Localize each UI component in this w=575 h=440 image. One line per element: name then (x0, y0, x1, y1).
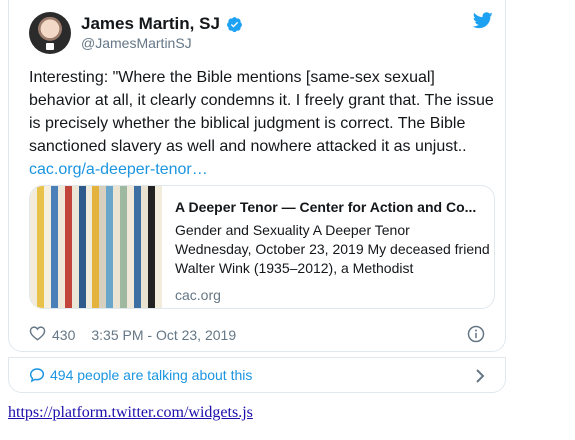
display-name[interactable]: James Martin, SJ (81, 14, 220, 34)
card-domain: cac.org (175, 287, 221, 303)
thumbnail-stripe (147, 186, 155, 308)
user-handle[interactable]: @JamesMartinSJ (81, 35, 192, 51)
avatar-collar (46, 43, 54, 50)
thumbnail-stripe (64, 186, 72, 308)
verified-badge-icon (226, 16, 243, 33)
tweet-meta: 430 3:35 PM - Oct 23, 2019 (29, 325, 236, 344)
thumbnail-stripe (106, 186, 114, 308)
like-count[interactable]: 430 (52, 327, 75, 343)
thumbnail-stripe (120, 186, 128, 308)
card-title[interactable]: A Deeper Tenor — Center for Action and C… (175, 199, 490, 215)
thumbnail-stripe (36, 186, 44, 308)
thumbnail-stripe (57, 186, 65, 308)
avatar[interactable] (29, 12, 71, 54)
thumbnail-stripe (71, 186, 79, 308)
thumbnail-stripe (85, 186, 93, 308)
twitter-bird-icon[interactable] (472, 12, 493, 34)
thumbnail-stripe (127, 186, 135, 308)
thumbnail-stripe (113, 186, 121, 308)
tweet-link[interactable]: cac.org/a-deeper-tenor… (29, 161, 208, 178)
conversation-link[interactable]: 494 people are talking about this (8, 357, 506, 393)
card-description: Gender and Sexuality A Deeper Tenor Wedn… (175, 222, 490, 276)
thumbnail-stripe (30, 186, 37, 308)
thumbnail-stripe (141, 186, 148, 308)
thumbnail-stripe (50, 186, 58, 308)
heart-outline-icon[interactable] (29, 325, 46, 344)
tweet-timestamp[interactable]: 3:35 PM - Oct 23, 2019 (91, 327, 236, 343)
link-preview-card[interactable]: A Deeper Tenor — Center for Action and C… (29, 185, 495, 309)
widgets-script-link[interactable]: https://platform.twitter.com/widgets.js (8, 404, 253, 422)
thumbnail-stripe (78, 186, 86, 308)
thumbnail-stripe (43, 186, 51, 308)
card-thumbnail[interactable] (30, 186, 162, 308)
thumbnail-stripe (99, 186, 107, 308)
thumbnail-stripe (92, 186, 100, 308)
tweet-text: Interesting: "Where the Bible mentions [… (29, 66, 494, 181)
thumbnail-stripe (134, 186, 141, 308)
speech-bubble-icon (29, 367, 45, 388)
author-name-row[interactable]: James Martin, SJ (81, 14, 243, 34)
tweet-body: Interesting: "Where the Bible mentions [… (29, 69, 494, 155)
thumbnail-stripe (154, 186, 162, 308)
card-body: A Deeper Tenor — Center for Action and C… (175, 199, 490, 303)
conversation-count-text[interactable]: 494 people are talking about this (50, 367, 252, 383)
chevron-right-icon[interactable] (475, 368, 485, 389)
embedded-tweet: James Martin, SJ @JamesMartinSJ Interest… (8, 0, 506, 352)
info-icon[interactable] (467, 325, 485, 348)
